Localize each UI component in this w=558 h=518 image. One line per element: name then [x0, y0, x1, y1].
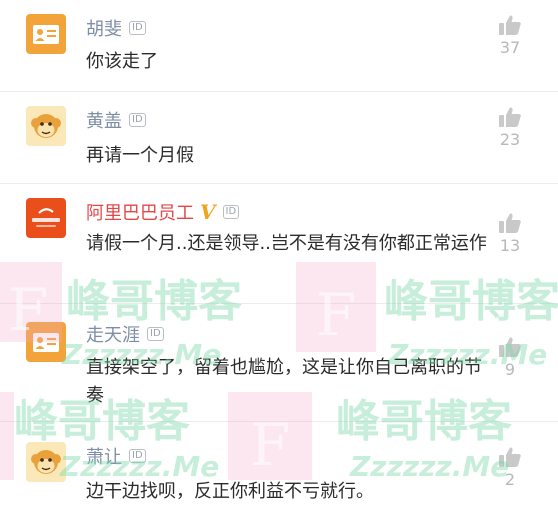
thumbs-up-icon — [499, 213, 521, 233]
alibaba-logo-icon[interactable] — [26, 198, 66, 238]
like-button[interactable]: 13 — [492, 212, 528, 255]
comment-item: 走天涯 ID 直接架空了，留着也尴尬，这是让你自己离职的节奏 9 — [0, 304, 558, 422]
id-badge: ID — [129, 449, 146, 463]
comment-text: 再请一个月假 — [86, 145, 194, 166]
comment-item: 黄盖 ID 再请一个月假 23 — [0, 92, 558, 184]
thumbs-up-icon — [499, 15, 521, 35]
username[interactable]: 阿里巴巴员工 — [86, 199, 194, 225]
id-card-icon[interactable] — [26, 322, 66, 362]
comment-header: 走天涯 ID — [86, 320, 164, 348]
thumbs-up-icon — [499, 447, 521, 467]
like-count: 9 — [504, 360, 516, 379]
username[interactable]: 黄盖 — [86, 107, 122, 133]
comment-feed: 胡斐 ID 你该走了 37 黄盖 ID 再请一个月假 23 阿里巴巴员工 V I… — [0, 0, 558, 518]
username[interactable]: 胡斐 — [86, 15, 122, 41]
like-count: 23 — [499, 130, 521, 149]
comment-item: 萧让 ID 边干边找呗，反正你利益不亏就行。 2 — [0, 422, 558, 518]
like-button[interactable]: 37 — [492, 14, 528, 57]
comment-header: 阿里巴巴员工 V ID — [86, 198, 240, 226]
comment-text: 你该走了 — [86, 51, 158, 72]
comment-text: 请假一个月..还是领导..岂不是有没有你都正常运作 — [86, 233, 487, 254]
comment-header: 黄盖 ID — [86, 106, 146, 134]
username[interactable]: 走天涯 — [86, 321, 140, 347]
comment-header: 胡斐 ID — [86, 14, 146, 42]
thumbs-up-icon — [499, 337, 521, 357]
thumbs-up-icon — [499, 107, 521, 127]
like-button[interactable]: 23 — [492, 106, 528, 149]
comment-text: 直接架空了，留着也尴尬，这是让你自己离职的节奏 — [86, 357, 482, 406]
monkey-avatar-icon[interactable] — [26, 442, 66, 482]
like-count: 37 — [499, 38, 521, 57]
monkey-avatar-icon[interactable] — [26, 106, 66, 146]
username[interactable]: 萧让 — [86, 443, 122, 469]
verified-v-badge: V — [200, 200, 216, 224]
id-badge: ID — [129, 113, 146, 127]
like-button[interactable]: 9 — [492, 336, 528, 379]
like-button[interactable]: 2 — [492, 446, 528, 489]
comment-header: 萧让 ID — [86, 442, 146, 470]
like-count: 2 — [504, 470, 516, 489]
id-badge: ID — [222, 205, 240, 219]
comment-item: 胡斐 ID 你该走了 37 — [0, 0, 558, 92]
id-badge: ID — [147, 327, 164, 341]
like-count: 13 — [499, 236, 521, 255]
id-badge: ID — [129, 21, 146, 35]
comment-item: 阿里巴巴员工 V ID 请假一个月..还是领导..岂不是有没有你都正常运作 13 — [0, 184, 558, 304]
comment-text: 边干边找呗，反正你利益不亏就行。 — [86, 481, 374, 502]
id-card-icon[interactable] — [26, 14, 66, 54]
